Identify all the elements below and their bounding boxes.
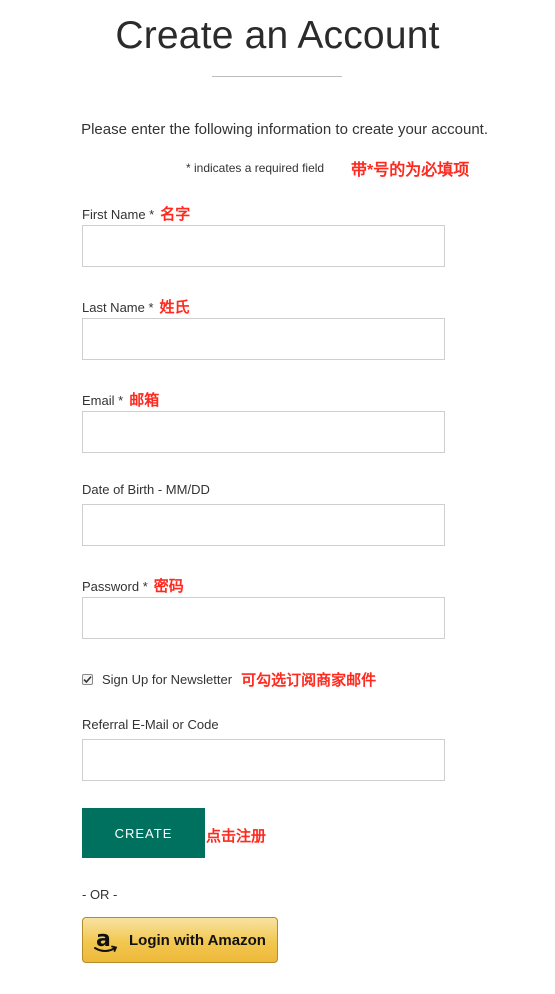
newsletter-checkbox[interactable] (82, 674, 93, 685)
referral-input[interactable] (82, 739, 445, 781)
password-input[interactable] (82, 597, 445, 639)
password-label-row: Password * 密码 (82, 575, 184, 596)
last-name-label: Last Name * (82, 300, 154, 315)
newsletter-row: Sign Up for Newsletter 可勾选订阅商家邮件 (82, 669, 376, 690)
annotation-required: 带*号的为必填项 (351, 162, 470, 179)
amazon-logo-icon: a (93, 926, 119, 954)
first-name-label-row: First Name * 名字 (82, 203, 190, 224)
intro-text-row: Please enter the following information t… (0, 121, 528, 138)
or-separator: - OR - (82, 887, 118, 902)
dob-input[interactable] (82, 504, 445, 546)
create-button[interactable]: CREATE (82, 808, 205, 858)
dob-label-row: Date of Birth - MM/DD (82, 482, 210, 497)
annotation-last-name: 姓氏 (159, 299, 190, 316)
newsletter-label[interactable]: Sign Up for Newsletter (102, 672, 232, 687)
last-name-input[interactable] (82, 318, 445, 360)
annotation-password: 密码 (153, 578, 184, 595)
email-label-row: Email * 邮箱 (82, 389, 159, 410)
annotation-first-name: 名字 (160, 206, 191, 223)
intro-text: Please enter the following information t… (81, 121, 488, 138)
page-title: Create an Account (115, 14, 440, 57)
referral-label-row: Referral E-Mail or Code (82, 717, 219, 732)
annotation-newsletter: 可勾选订阅商家邮件 (241, 672, 377, 689)
required-field-note: * indicates a required field (186, 161, 325, 175)
checkmark-icon (83, 676, 92, 684)
email-label: Email * (82, 393, 124, 408)
last-name-label-row: Last Name * 姓氏 (82, 296, 190, 317)
title-divider (212, 76, 342, 77)
referral-label: Referral E-Mail or Code (82, 717, 219, 732)
dob-label: Date of Birth - MM/DD (82, 482, 210, 497)
svg-text:a: a (96, 927, 111, 952)
email-input[interactable] (82, 411, 445, 453)
first-name-label: First Name * (82, 207, 155, 222)
annotation-email: 邮箱 (129, 392, 160, 409)
amazon-button-label: Login with Amazon (129, 931, 266, 949)
login-with-amazon-button[interactable]: a Login with Amazon (82, 917, 278, 963)
annotation-create: 点击注册 (206, 828, 267, 845)
password-label: Password * (82, 579, 148, 594)
first-name-input[interactable] (82, 225, 445, 267)
